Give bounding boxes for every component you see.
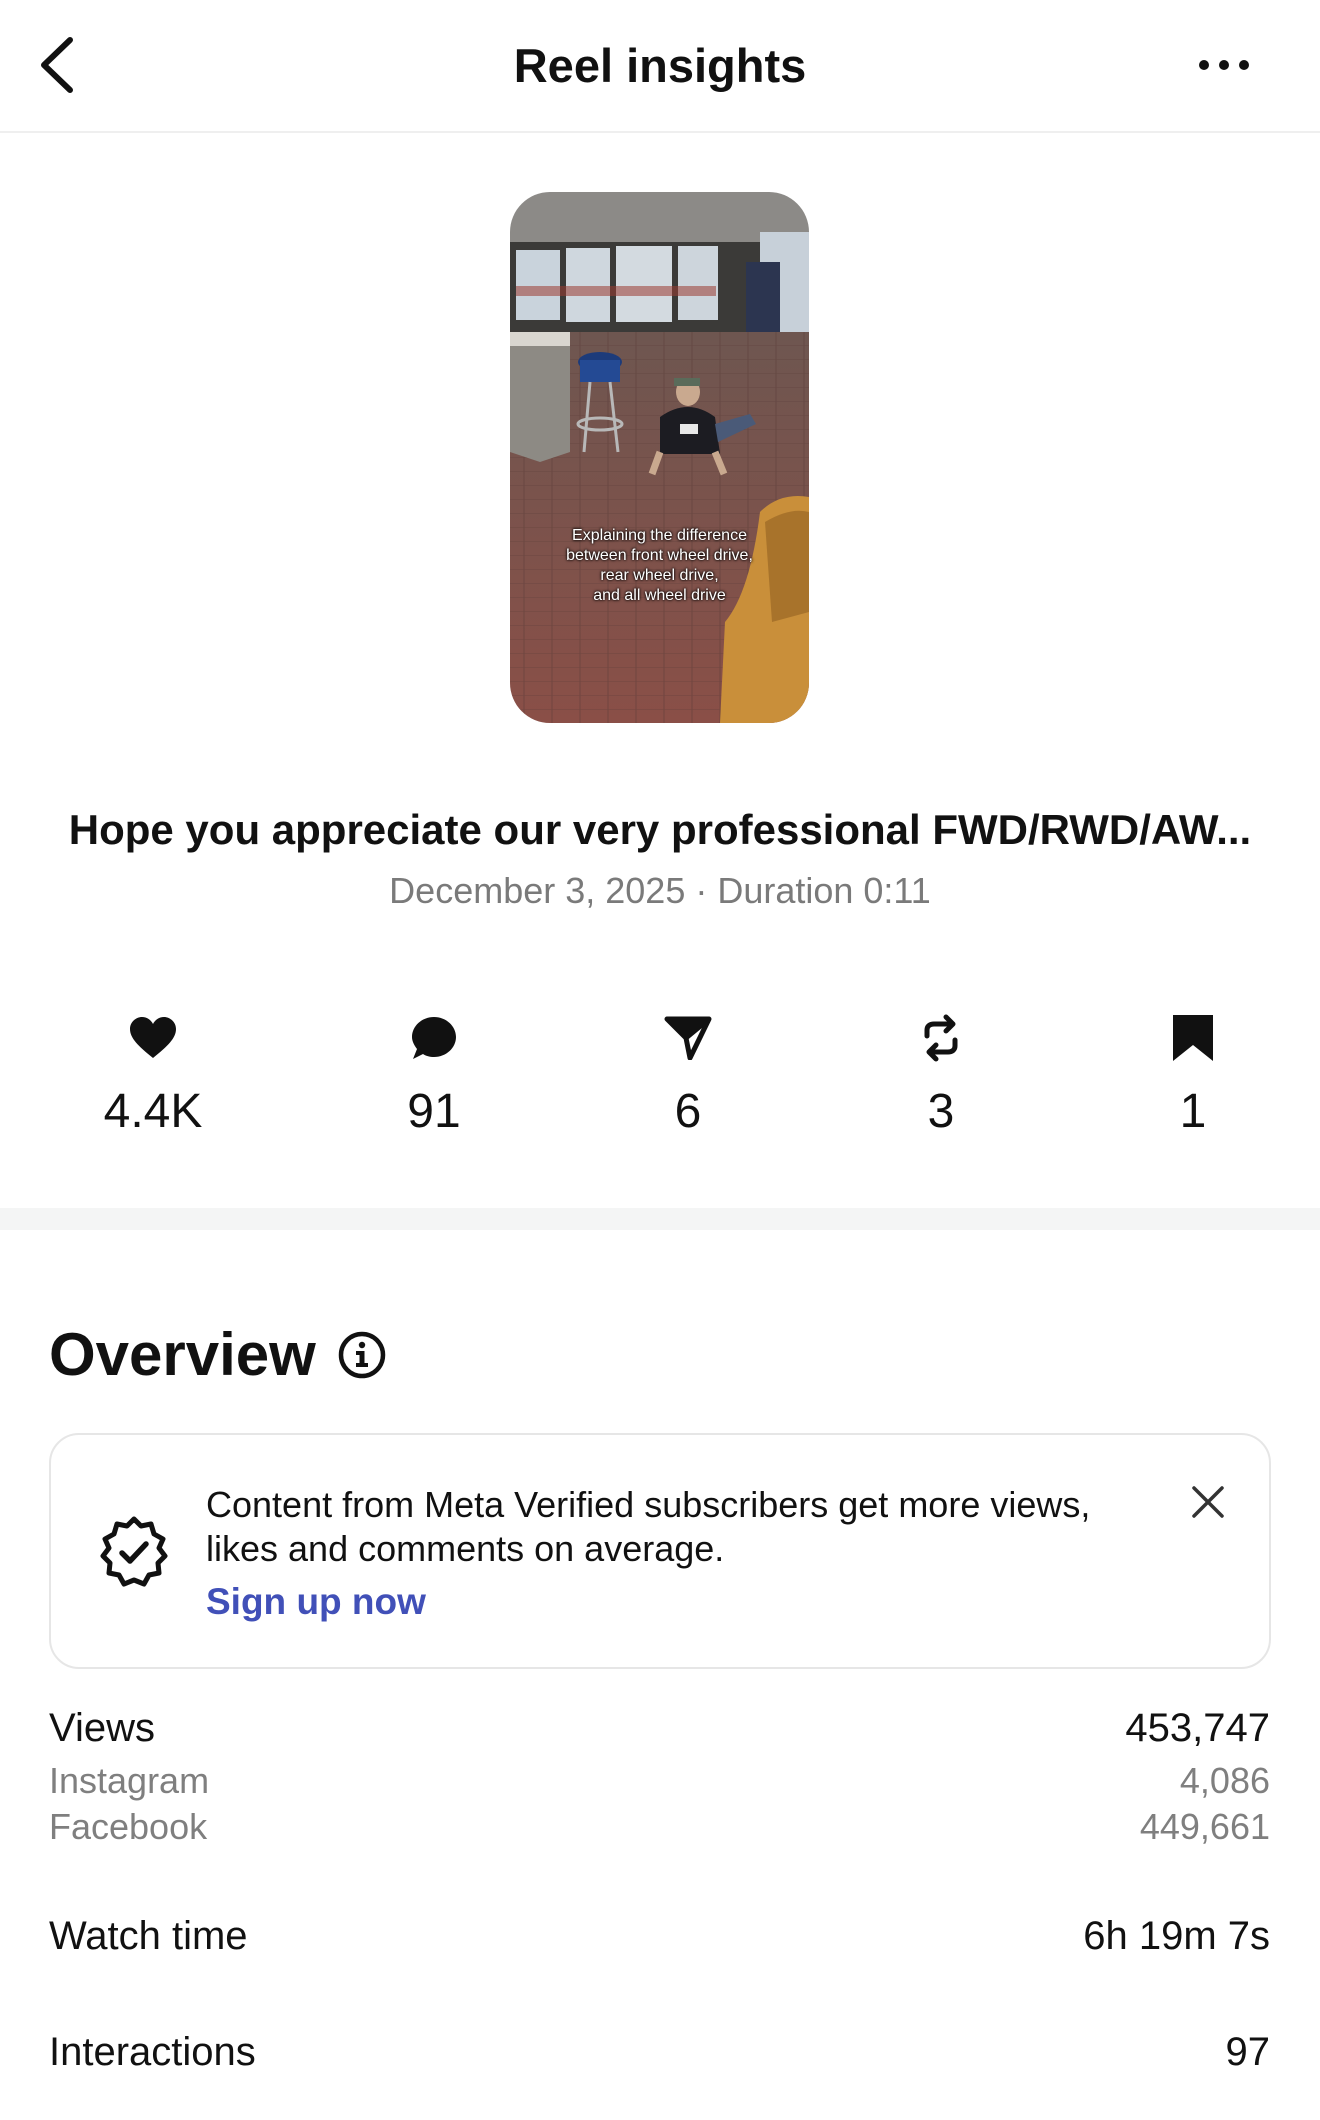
- more-horizontal-icon: [1199, 60, 1249, 70]
- reel-thumbnail-image: [510, 192, 809, 723]
- share-icon: [664, 1016, 712, 1060]
- views-facebook-label: Facebook: [49, 1806, 208, 1847]
- banner-close-button[interactable]: [1191, 1485, 1225, 1519]
- saves-stat[interactable]: 1: [1093, 1010, 1293, 1139]
- likes-count: 4.4K: [103, 1085, 203, 1138]
- repost-icon: [924, 1014, 958, 1062]
- info-icon[interactable]: [337, 1330, 387, 1380]
- interactions-label: Interactions: [49, 2030, 256, 2074]
- caption-line: between front wheel drive,: [566, 547, 753, 564]
- views-label: Views: [49, 1706, 155, 1750]
- caption-line: rear wheel drive,: [600, 567, 719, 584]
- reel-insights-screen: Reel insights Explaining the difference …: [0, 0, 1320, 2120]
- more-options-button[interactable]: [1196, 50, 1252, 80]
- overview-heading: Overview: [49, 1321, 316, 1388]
- heart-icon: [130, 1017, 176, 1058]
- verified-badge-icon: [100, 1516, 168, 1587]
- page-title: Reel insights: [513, 39, 807, 92]
- caption-line: and all wheel drive: [593, 587, 726, 604]
- section-divider: [0, 1208, 1320, 1230]
- bookmark-icon: [1173, 1015, 1213, 1061]
- views-facebook-value: 449,661: [1139, 1806, 1270, 1847]
- close-icon: [1192, 1486, 1224, 1518]
- comments-count: 91: [407, 1085, 461, 1138]
- reel-title: Hope you appreciate our very professiona…: [68, 806, 1252, 853]
- comments-stat[interactable]: 91: [334, 1010, 534, 1139]
- meta-verified-banner: Content from Meta Verified subscribers g…: [49, 1433, 1271, 1669]
- thumbnail-caption: Explaining the difference between front …: [530, 526, 789, 606]
- caption-line: Explaining the difference: [572, 527, 747, 544]
- comment-icon: [412, 1017, 456, 1059]
- views-value: 453,747: [1125, 1706, 1270, 1750]
- banner-message: Content from Meta Verified subscribers g…: [206, 1484, 1091, 1569]
- interactions-value: 97: [1225, 2030, 1271, 2074]
- views-instagram-value: 4,086: [1179, 1760, 1270, 1801]
- likes-stat[interactable]: 4.4K: [53, 1010, 253, 1139]
- reel-date-duration: December 3, 2025 · Duration 0:11: [389, 870, 931, 911]
- shares-count: 6: [674, 1085, 702, 1138]
- header: Reel insights: [0, 0, 1320, 133]
- shares-stat[interactable]: 6: [588, 1010, 788, 1139]
- reposts-stat[interactable]: 3: [841, 1010, 1041, 1139]
- watch-time-label: Watch time: [49, 1914, 248, 1958]
- sign-up-link[interactable]: Sign up now: [206, 1581, 426, 1623]
- watch-time-value: 6h 19m 7s: [1083, 1914, 1270, 1958]
- reel-thumbnail[interactable]: Explaining the difference between front …: [510, 192, 809, 723]
- views-instagram-label: Instagram: [49, 1760, 210, 1801]
- reposts-count: 3: [927, 1085, 955, 1138]
- saves-count: 1: [1179, 1085, 1207, 1138]
